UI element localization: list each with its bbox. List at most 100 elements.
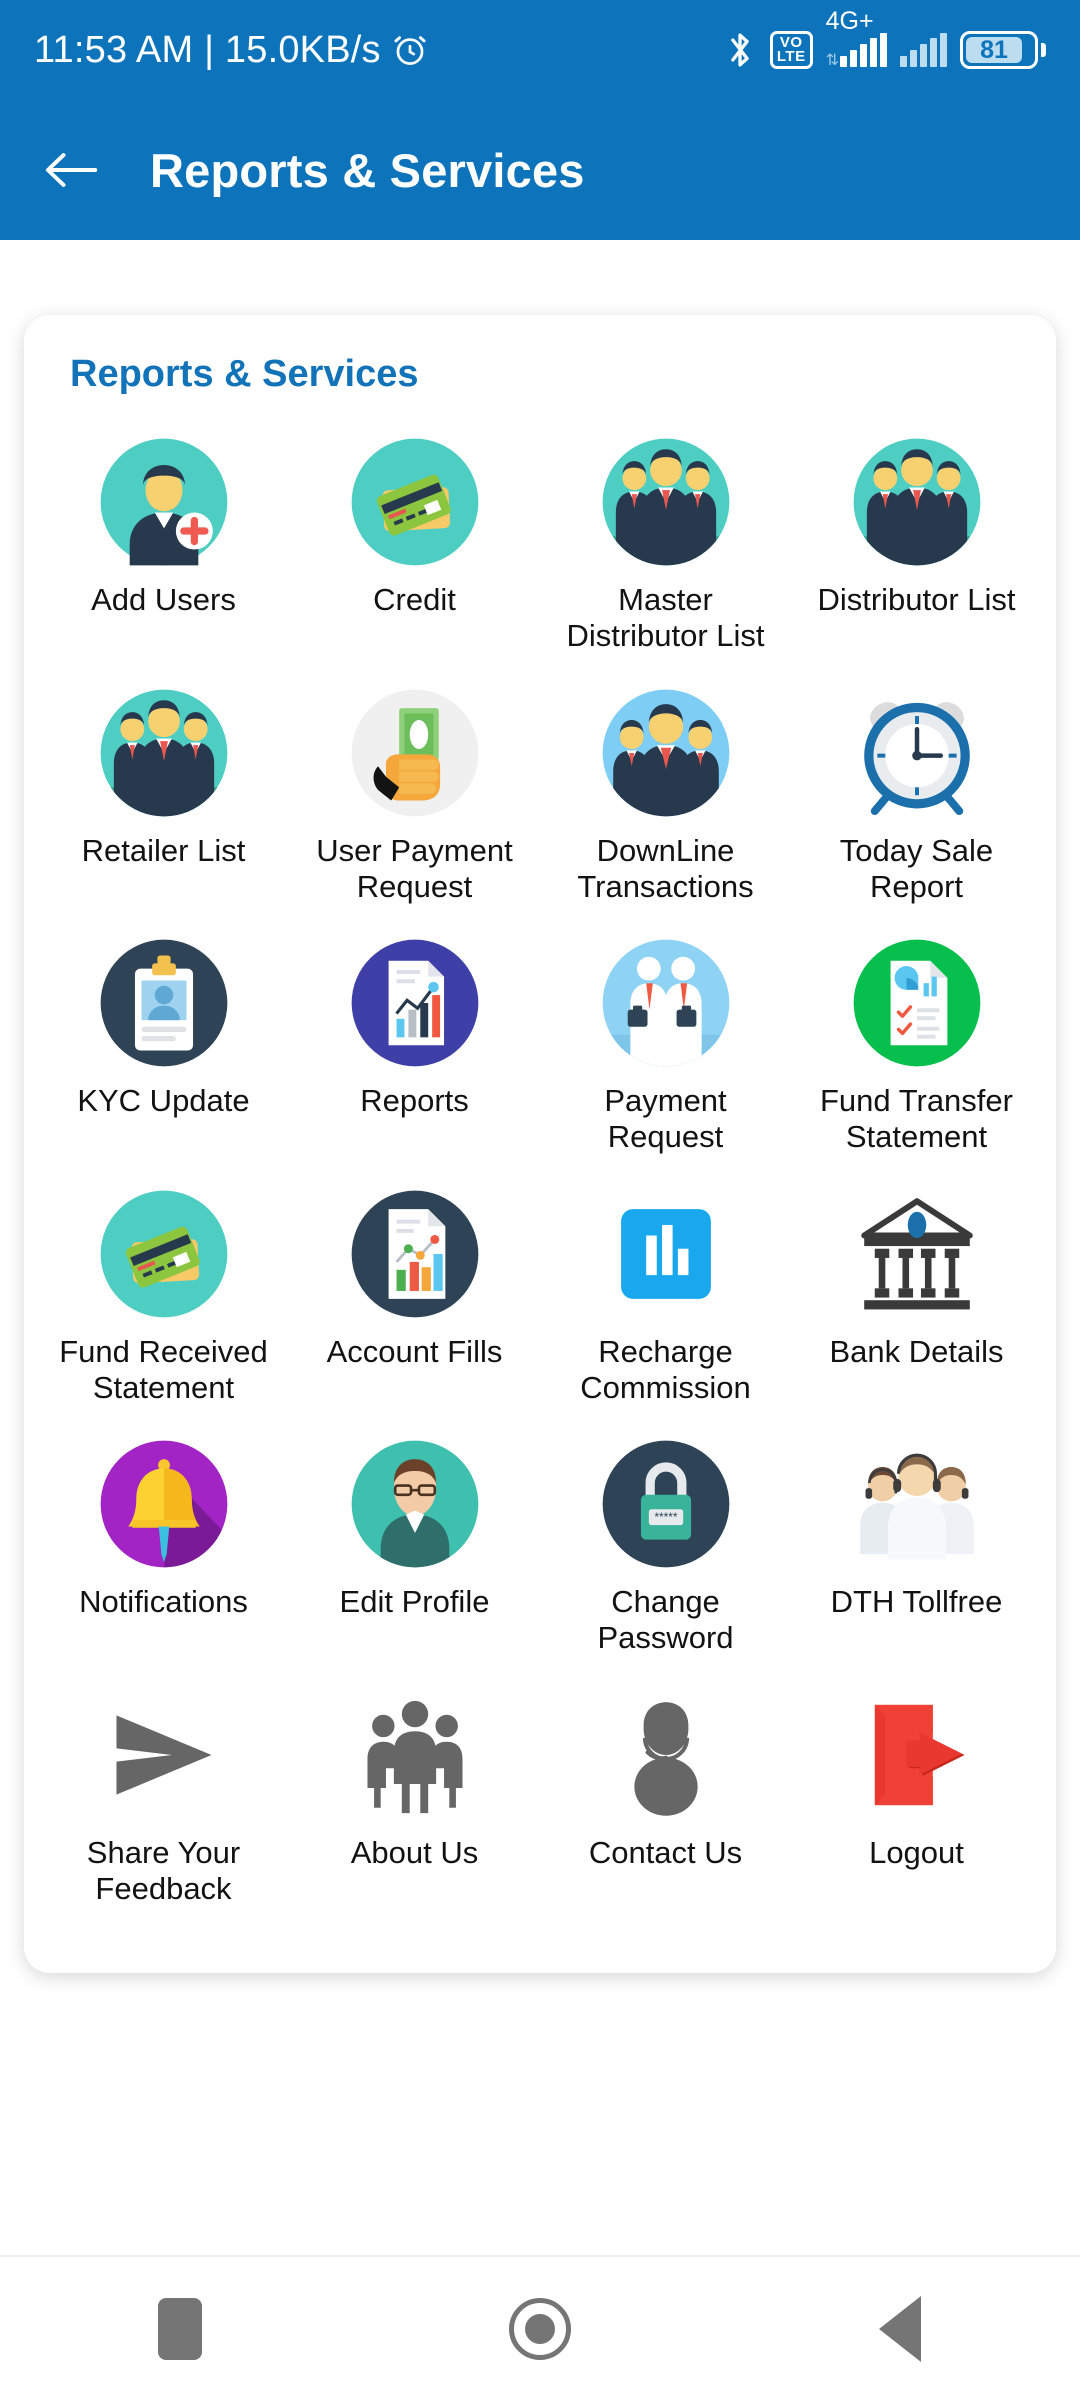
team-people-icon [600, 687, 732, 819]
businessmen-group-icon [98, 687, 230, 819]
services-grid: Add Users Credit Master Distributor List… [38, 424, 1042, 1917]
tile-label: Master Distributor List [566, 582, 765, 654]
logout-door-icon [851, 1689, 983, 1821]
android-navigation-bar [0, 2255, 1080, 2400]
battery-percentage-label: 81 [980, 35, 1008, 64]
tile-label: Bank Details [829, 1333, 1004, 1369]
tile-recharge-commission[interactable]: Recharge Commission [540, 1176, 791, 1417]
businessmen-group-icon [851, 436, 983, 568]
tile-label: Fund Received Statement [59, 1333, 268, 1405]
report-chart-document-icon [349, 937, 481, 1069]
bluetooth-icon [731, 33, 749, 67]
tile-today-sale-report[interactable]: Today Sale Report [791, 675, 1042, 916]
back-button[interactable] [34, 133, 108, 207]
businessmen-group-icon [600, 436, 732, 568]
back-button-nav[interactable] [835, 2274, 965, 2384]
tile-label: Contact Us [588, 1834, 743, 1870]
reports-services-card: Reports & Services Add Users Credit Mast… [24, 315, 1056, 1974]
alarm-clock-icon [394, 36, 426, 65]
tile-downline-transactions[interactable]: DownLine Transactions [540, 675, 791, 916]
tile-label: Distributor List [817, 582, 1016, 617]
tile-label: Fund Transfer Statement [820, 1083, 1013, 1155]
tile-logout[interactable]: Logout [791, 1677, 1042, 1918]
battery-body: 81 [960, 31, 1038, 69]
volte-icon: VO LTE [769, 31, 813, 69]
tile-account-fills[interactable]: Account Fills [289, 1176, 540, 1417]
add-user-icon [98, 436, 230, 568]
bell-icon [98, 1438, 230, 1570]
tile-label: Edit Profile [339, 1584, 490, 1620]
tile-label: DownLine Transactions [577, 832, 754, 904]
tile-label: Reports [360, 1083, 469, 1119]
two-businessmen-briefcase-icon [600, 937, 732, 1069]
tile-label: Change Password [597, 1584, 734, 1656]
tile-user-payment-request[interactable]: User Payment Request [289, 675, 540, 916]
network-signal-1: 4G+ ⇅ [825, 7, 887, 69]
card-title: Reports & Services [70, 353, 419, 395]
tile-label: About Us [350, 1834, 479, 1870]
credit-cards-icon [349, 436, 481, 568]
status-bar-right: VO LTE 4G+ ⇅ 81 [723, 7, 1046, 72]
tile-kyc-update[interactable]: KYC Update [38, 925, 289, 1166]
bar-chart-document-icon [349, 1188, 481, 1320]
tile-master-distributor-list[interactable]: Master Distributor List [540, 424, 791, 665]
page-body: Reports & Services Add Users Credit Mast… [0, 240, 1080, 2400]
back-triangle-icon [879, 2295, 921, 2362]
status-bar-left: 11:53 AM | 15.0KB/s [34, 29, 429, 72]
signal-bars-sim2 [900, 33, 947, 67]
headset-support-team-icon [851, 1438, 983, 1570]
tile-fund-received-statement[interactable]: Fund Received Statement [38, 1176, 289, 1417]
share-arrow-icon [98, 1689, 230, 1821]
recents-button[interactable] [115, 2274, 245, 2384]
volte-bottom-label: LTE [776, 48, 806, 65]
hand-holding-money-icon [349, 687, 481, 819]
tile-label: Share Your Feedback [86, 1834, 241, 1906]
tile-label: KYC Update [77, 1083, 250, 1119]
tile-label: Recharge Commission [580, 1333, 751, 1405]
tile-add-users[interactable]: Add Users [38, 424, 289, 665]
network-type-label: 4G+ [825, 7, 874, 35]
battery-tip [1041, 43, 1046, 57]
tile-dth-tollfree[interactable]: DTH Tollfree [791, 1426, 1042, 1667]
id-card-icon [98, 937, 230, 1069]
tile-share-your-feedback[interactable]: Share Your Feedback [38, 1677, 289, 1918]
back-arrow-icon [45, 153, 98, 187]
person-glasses-icon [349, 1438, 481, 1570]
status-bar: 11:53 AM | 15.0KB/s VO LTE 4G+ ⇅ 81 [0, 0, 1080, 100]
signal-bars-sim1 [840, 33, 887, 67]
alarm-clock-icon [851, 687, 983, 819]
tile-contact-us[interactable]: Contact Us [540, 1677, 791, 1918]
tile-bank-details[interactable]: Bank Details [791, 1176, 1042, 1417]
tile-fund-transfer-statement[interactable]: Fund Transfer Statement [791, 925, 1042, 1166]
tile-retailer-list[interactable]: Retailer List [38, 675, 289, 916]
tile-label: Add Users [91, 582, 236, 617]
tile-label: Logout [869, 1834, 964, 1870]
tile-about-us[interactable]: About Us [289, 1677, 540, 1918]
tile-credit[interactable]: Credit [289, 424, 540, 665]
home-circle-icon [509, 2297, 571, 2360]
data-transfer-arrows-icon: ⇅ [825, 52, 839, 69]
app-bar: Reports & Services [0, 100, 1080, 240]
tile-label: Today Sale Report [839, 832, 994, 904]
tile-label: Credit [373, 582, 456, 617]
bank-building-icon [851, 1188, 983, 1320]
tile-payment-request[interactable]: Payment Request [540, 925, 791, 1166]
tile-label: Account Fills [326, 1333, 503, 1369]
padlock-icon: ***** [600, 1438, 732, 1570]
tile-label: Payment Request [604, 1083, 727, 1155]
tile-change-password[interactable]: ***** Change Password [540, 1426, 791, 1667]
tile-reports[interactable]: Reports [289, 925, 540, 1166]
bar-chart-square-icon [600, 1188, 732, 1320]
page-title: Reports & Services [150, 143, 585, 197]
tile-label: User Payment Request [316, 832, 513, 904]
battery-icon: 81 [960, 31, 1046, 69]
people-group-icon [349, 1689, 481, 1821]
home-button[interactable] [475, 2274, 605, 2384]
svg-text:*****: ***** [654, 1510, 677, 1524]
tile-edit-profile[interactable]: Edit Profile [289, 1426, 540, 1667]
tile-distributor-list[interactable]: Distributor List [791, 424, 1042, 665]
tile-notifications[interactable]: Notifications [38, 1426, 289, 1667]
headset-person-icon [600, 1689, 732, 1821]
tile-label: Notifications [79, 1584, 248, 1620]
tile-label: Retailer List [81, 832, 246, 868]
